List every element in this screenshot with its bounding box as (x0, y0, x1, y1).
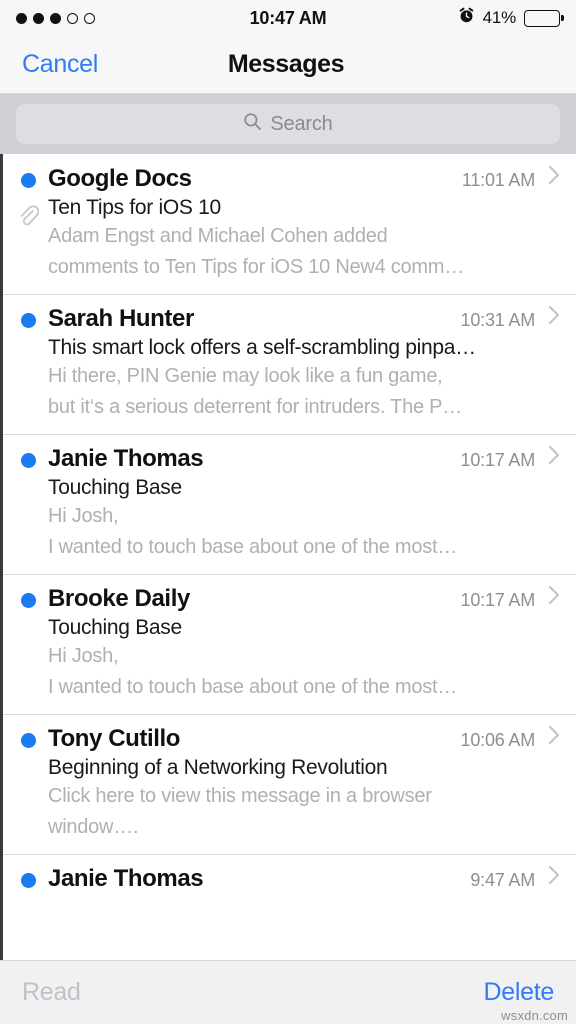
message-sender: Janie Thomas (48, 445, 204, 472)
message-subject: Touching Base (48, 476, 182, 499)
message-header-row: Janie Thomas 9:47 AM (48, 864, 562, 893)
message-timestamp: 9:47 AM (470, 870, 535, 890)
message-header-row: Tony Cutillo 10:06 AM (48, 724, 562, 753)
signal-dot-4 (67, 12, 78, 24)
unread-indicator-dot (21, 873, 36, 888)
unread-indicator-dot (21, 733, 36, 748)
status-clock: 10:47 AM (249, 7, 327, 28)
message-sender: Tony Cutillo (48, 725, 181, 752)
navigation-bar: Cancel Messages (0, 36, 576, 94)
signal-dot-3 (50, 12, 61, 24)
chevron-right-icon[interactable] (547, 164, 562, 191)
delete-button[interactable]: Delete (484, 978, 555, 1007)
message-header-row: Google Docs 11:01 AM (48, 164, 562, 193)
signal-dot-2 (33, 12, 44, 24)
message-header-row: Janie Thomas 10:17 AM (48, 444, 562, 473)
chevron-right-icon[interactable] (547, 864, 562, 891)
unread-indicator-dot (21, 173, 36, 188)
paperclip-icon (17, 204, 40, 233)
table-row[interactable]: Tony Cutillo 10:06 AM Beginning of a Netwo… (3, 714, 576, 854)
message-preview-line: Hi there, PIN Genie may look like a fun … (48, 365, 443, 387)
signal-strength-indicator (16, 12, 95, 24)
message-timestamp: 10:17 AM (460, 590, 536, 610)
mail-message-list[interactable]: Google Docs 11:01 AM Ten Tips for iOS 10 Ad… (0, 154, 576, 960)
unread-indicator-dot (21, 593, 36, 608)
search-bar-container: Search (0, 94, 576, 154)
chevron-right-icon[interactable] (547, 584, 562, 611)
search-icon (243, 112, 262, 136)
alarm-clock-icon (458, 7, 475, 29)
site-watermark: wsxdn.com (501, 1008, 568, 1023)
message-subject: Beginning of a Networking Revolution (48, 756, 388, 779)
message-sender: Brooke Daily (48, 585, 190, 612)
battery-icon (524, 9, 560, 27)
status-bar-right: 41% (458, 7, 560, 29)
bottom-toolbar: Read Delete wsxdn.com (0, 960, 576, 1024)
message-preview-line: Hi Josh, (48, 645, 119, 667)
unread-indicator-dot (21, 453, 36, 468)
chevron-right-icon[interactable] (547, 304, 562, 331)
table-row[interactable]: Google Docs 11:01 AM Ten Tips for iOS 10 Ad… (3, 154, 576, 294)
message-header-row: Sarah Hunter 10:31 AM (48, 304, 562, 333)
message-timestamp: 10:17 AM (460, 450, 536, 470)
table-row[interactable]: Sarah Hunter 10:31 AM This smart lock offe… (3, 294, 576, 434)
table-row[interactable]: Brooke Daily 10:17 AM Touching Base Hi Josh… (3, 574, 576, 714)
message-preview-line: Click here to view this message in a bro… (48, 785, 432, 807)
message-timestamp: 10:06 AM (460, 730, 536, 750)
message-sender: Google Docs (48, 165, 192, 192)
message-preview-line: but it‘s a serious deterrent for intrude… (48, 396, 462, 418)
status-bar: 10:47 AM 41% (0, 0, 576, 36)
mark-read-button[interactable]: Read (22, 978, 81, 1007)
cancel-button[interactable]: Cancel (22, 50, 98, 79)
message-timestamp: 10:31 AM (460, 310, 536, 330)
signal-dot-5 (84, 12, 95, 24)
message-preview-line: I wanted to touch base about one of the … (48, 536, 458, 558)
mail-app-screen: 10:47 AM 41% Cancel Messages Search Goog… (0, 0, 576, 1024)
message-preview-line: window…. (48, 816, 139, 838)
message-sender: Sarah Hunter (48, 305, 194, 332)
message-subject: Ten Tips for iOS 10 (48, 196, 221, 219)
table-row[interactable]: Janie Thomas 10:17 AM Touching Base Hi Josh… (3, 434, 576, 574)
battery-percentage-label: 41% (482, 8, 517, 27)
message-header-row: Brooke Daily 10:17 AM (48, 584, 562, 613)
search-input[interactable]: Search (16, 104, 560, 144)
table-row[interactable]: Janie Thomas 9:47 AM (3, 854, 576, 905)
unread-indicator-dot (21, 313, 36, 328)
message-preview-line: Hi Josh, (48, 505, 119, 527)
chevron-right-icon[interactable] (547, 444, 562, 471)
signal-dot-1 (16, 12, 27, 24)
message-preview-line: comments to Ten Tips for iOS 10 New4 com… (48, 256, 464, 278)
message-timestamp: 11:01 AM (461, 170, 535, 190)
message-sender: Janie Thomas (48, 865, 204, 892)
message-preview-line: Adam Engst and Michael Cohen added (48, 225, 388, 247)
message-preview-line: I wanted to touch base about one of the … (48, 676, 458, 698)
message-subject: Touching Base (48, 616, 182, 639)
chevron-right-icon[interactable] (547, 724, 562, 751)
search-placeholder-text: Search (270, 112, 333, 135)
message-subject: This smart lock offers a self-scrambling… (48, 336, 476, 359)
